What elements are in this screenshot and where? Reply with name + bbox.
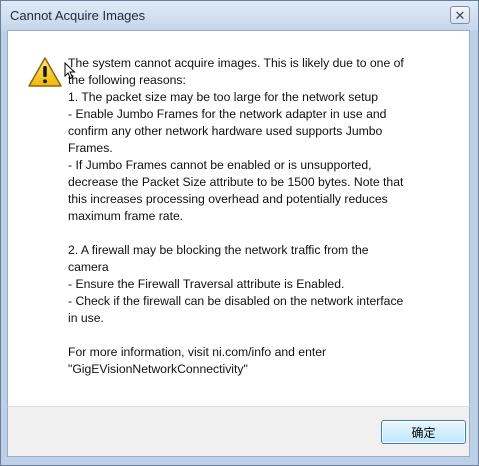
message-line: Frames. [68,141,113,155]
dialog-footer: 确定 [7,406,470,457]
message-line: - Check if the firewall can be disabled … [68,294,404,308]
message-text: The system cannot acquire images. This i… [68,55,440,378]
close-icon: ✕ [454,7,466,23]
message-line: decrease the Packet Size attribute to be… [68,175,404,189]
message-line: confirm any other network hardware used … [68,124,383,138]
message-line: in use. [68,311,104,325]
dialog-content: The system cannot acquire images. This i… [7,30,470,406]
message-line: - If Jumbo Frames cannot be enabled or i… [68,158,372,172]
close-button[interactable]: ✕ [450,6,470,24]
ok-button[interactable]: 确定 [381,420,466,444]
mouse-cursor-icon [64,62,76,80]
message-line: camera [68,260,109,274]
title-bar[interactable]: Cannot Acquire Images ✕ [1,1,478,31]
message-line: - Ensure the Firewall Traversal attribut… [68,277,345,291]
message-line: this increases processing overhead and p… [68,192,388,206]
message-line: the following reasons: [68,73,186,87]
warning-icon [28,57,62,87]
message-line: - Enable Jumbo Frames for the network ad… [68,107,387,121]
message-line: For more information, visit ni.com/info … [68,345,327,359]
message-line: maximum frame rate. [68,209,184,223]
message-line: 2. A firewall may be blocking the networ… [68,243,369,257]
dialog-title: Cannot Acquire Images [10,8,146,23]
message-line: The system cannot acquire images. This i… [68,56,404,70]
message-line: 1. The packet size may be too large for … [68,90,379,104]
message-line: "GigEVisionNetworkConnectivity" [68,362,248,376]
ok-button-label: 确定 [411,425,436,440]
